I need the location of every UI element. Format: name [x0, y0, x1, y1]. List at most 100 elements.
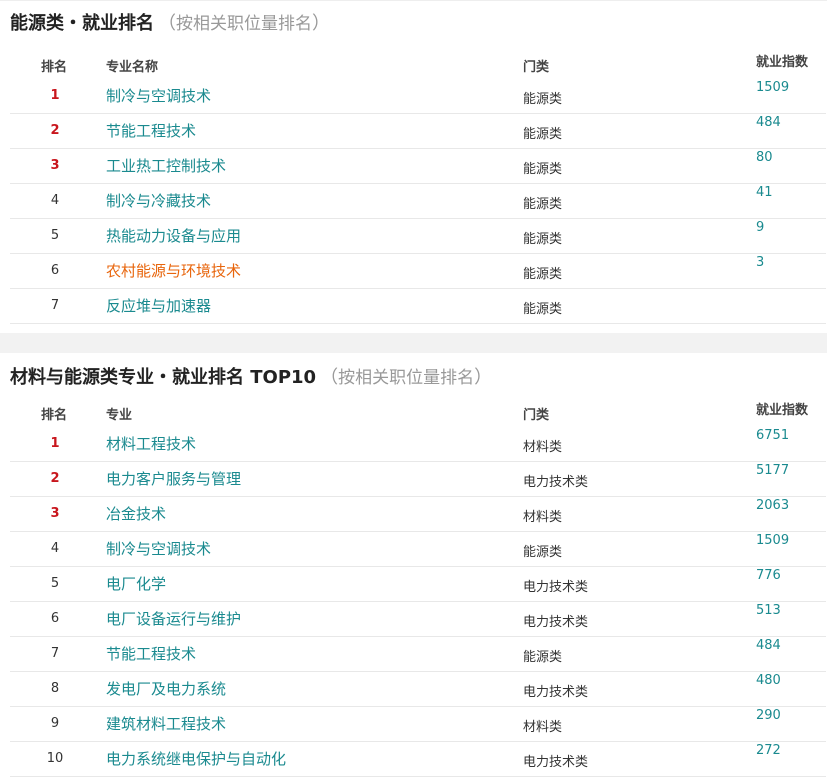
section-divider: [0, 333, 827, 353]
table-row: 4 制冷与冷藏技术 能源类 41: [10, 183, 826, 219]
rank-number: 10: [46, 751, 64, 766]
major-link[interactable]: 节能工程技术: [106, 120, 196, 141]
major-link[interactable]: 电厂设备运行与维护: [106, 608, 241, 629]
table-row: 4 制冷与空调技术 能源类 1509: [10, 531, 826, 567]
category-label: 能源类: [523, 545, 563, 560]
major-link[interactable]: 制冷与空调技术: [106, 538, 211, 559]
employment-index: 290: [756, 708, 781, 723]
major-link[interactable]: 发电厂及电力系统: [106, 678, 226, 699]
category-label: 能源类: [523, 127, 563, 142]
table-row: 7 反应堆与加速器 能源类: [10, 288, 826, 324]
category-label: 电力技术类: [523, 615, 589, 630]
major-link[interactable]: 冶金技术: [106, 503, 166, 524]
table-row: 3 冶金技术 材料类 2063: [10, 496, 826, 532]
top10-ranking-section: 材料与能源类专业・就业排名 TOP10 （按相关职位量排名） 排名 专业 门类 就…: [0, 353, 827, 777]
employment-index: 484: [756, 638, 781, 653]
major-link[interactable]: 建筑材料工程技术: [106, 713, 226, 734]
table-row: 2 电力客户服务与管理 电力技术类 5177: [10, 461, 826, 497]
table-row: 10 电力系统继电保护与自动化 电力技术类 272: [10, 741, 826, 777]
rank-number: 1: [50, 436, 60, 451]
rank-number: 9: [50, 716, 60, 731]
category-label: 能源类: [523, 267, 563, 282]
table-row: 8 发电厂及电力系统 电力技术类 480: [10, 671, 826, 707]
header-index: 就业指数: [756, 403, 809, 418]
rank-number: 8: [50, 681, 60, 696]
employment-index: 6751: [756, 428, 790, 443]
section-title: 能源类・就业排名 （按相关职位量排名）: [10, 12, 330, 36]
table-row: 1 制冷与空调技术 能源类 1509: [10, 78, 826, 114]
table-row: 5 电厂化学 电力技术类 776: [10, 566, 826, 602]
section-subtitle: （按相关职位量排名）: [320, 367, 493, 388]
category-label: 电力技术类: [523, 580, 589, 595]
employment-index: 80: [756, 150, 773, 165]
rank-number: 5: [50, 228, 60, 243]
major-link[interactable]: 电厂化学: [106, 573, 166, 594]
section-title-text: 能源类・就业排名: [10, 13, 154, 34]
energy-ranking-section: 能源类・就业排名 （按相关职位量排名） 排名 专业名称 门类 就业指数 1 制冷与空…: [0, 0, 827, 330]
rank-number: 1: [50, 88, 60, 103]
table-row: 3 工业热工控制技术 能源类 80: [10, 148, 826, 184]
category-label: 电力技术类: [523, 685, 589, 700]
rank-number: 5: [50, 576, 60, 591]
header-major: 专业: [106, 408, 133, 423]
employment-index: 3: [756, 255, 765, 270]
header-index: 就业指数: [756, 55, 809, 70]
major-link[interactable]: 电力客户服务与管理: [106, 468, 241, 489]
header-category: 门类: [523, 408, 550, 423]
employment-index: 776: [756, 568, 781, 583]
table-row: 6 电厂设备运行与维护 电力技术类 513: [10, 601, 826, 637]
major-link[interactable]: 制冷与冷藏技术: [106, 190, 211, 211]
section-title-text: 材料与能源类专业・就业排名 TOP10: [10, 367, 317, 388]
category-label: 电力技术类: [523, 475, 589, 490]
category-label: 材料类: [523, 510, 563, 525]
table-row: 6 农村能源与环境技术 能源类 3: [10, 253, 826, 289]
table-row: 9 建筑材料工程技术 材料类 290: [10, 706, 826, 742]
employment-index: 2063: [756, 498, 790, 513]
section-subtitle: （按相关职位量排名）: [158, 13, 330, 34]
category-label: 能源类: [523, 197, 563, 212]
rank-number: 2: [50, 471, 60, 486]
header-rank: 排名: [41, 60, 68, 75]
major-link[interactable]: 制冷与空调技术: [106, 85, 211, 106]
section-title: 材料与能源类专业・就业排名 TOP10 （按相关职位量排名）: [10, 366, 492, 390]
employment-index: 513: [756, 603, 781, 618]
header-rank: 排名: [41, 408, 68, 423]
table-row: 7 节能工程技术 能源类 484: [10, 636, 826, 672]
employment-index: 480: [756, 673, 781, 688]
employment-index: 1509: [756, 80, 790, 95]
rank-number: 3: [50, 158, 60, 173]
category-label: 能源类: [523, 650, 563, 665]
major-link[interactable]: 热能动力设备与应用: [106, 225, 241, 246]
category-label: 电力技术类: [523, 755, 589, 770]
employment-index: 41: [756, 185, 773, 200]
rank-number: 7: [50, 298, 60, 313]
rank-number: 3: [50, 506, 60, 521]
table-row: 1 材料工程技术 材料类 6751: [10, 426, 826, 462]
major-link[interactable]: 电力系统继电保护与自动化: [106, 748, 286, 769]
employment-index: 9: [756, 220, 765, 235]
table-row: 2 节能工程技术 能源类 484: [10, 113, 826, 149]
category-label: 能源类: [523, 162, 563, 177]
employment-index: 272: [756, 743, 781, 758]
employment-index: 484: [756, 115, 781, 130]
category-label: 能源类: [523, 232, 563, 247]
rank-number: 4: [50, 193, 60, 208]
major-link[interactable]: 农村能源与环境技术: [106, 260, 241, 281]
header-category: 门类: [523, 60, 550, 75]
rank-number: 4: [50, 541, 60, 556]
major-link[interactable]: 工业热工控制技术: [106, 155, 226, 176]
header-major: 专业名称: [106, 60, 159, 75]
rank-number: 6: [50, 263, 60, 278]
major-link[interactable]: 反应堆与加速器: [106, 295, 211, 316]
major-link[interactable]: 节能工程技术: [106, 643, 196, 664]
employment-index: 5177: [756, 463, 790, 478]
employment-index: 1509: [756, 533, 790, 548]
category-label: 能源类: [523, 92, 563, 107]
major-link[interactable]: 材料工程技术: [106, 433, 196, 454]
table-row: 5 热能动力设备与应用 能源类 9: [10, 218, 826, 254]
rank-number: 7: [50, 646, 60, 661]
category-label: 材料类: [523, 720, 563, 735]
rank-number: 2: [50, 123, 60, 138]
category-label: 能源类: [523, 302, 563, 317]
rank-number: 6: [50, 611, 60, 626]
